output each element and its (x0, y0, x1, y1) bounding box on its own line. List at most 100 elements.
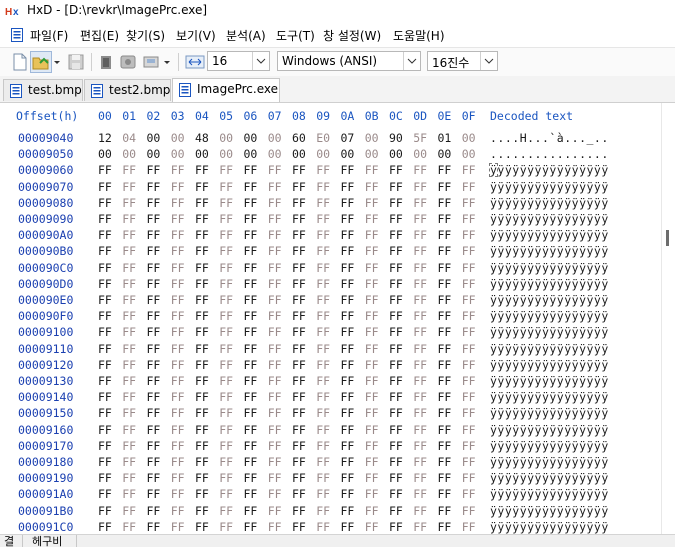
hex-byte[interactable]: FF (462, 195, 476, 211)
hex-byte[interactable]: FF (147, 276, 161, 292)
hex-byte[interactable]: FF (195, 422, 209, 438)
tab-imageprc-exe[interactable]: ImagePrc.exe (172, 78, 280, 102)
hex-byte[interactable]: FF (413, 486, 427, 502)
hex-byte[interactable]: FF (341, 276, 355, 292)
hex-byte[interactable]: FF (389, 179, 403, 195)
hex-byte[interactable]: FF (122, 324, 136, 340)
hex-byte[interactable]: FF (98, 243, 112, 259)
menu-help[interactable]: 도움말(H) (393, 27, 445, 44)
hex-byte[interactable]: FF (316, 503, 330, 519)
hex-byte[interactable]: FF (219, 324, 233, 340)
hex-byte[interactable]: FF (268, 324, 282, 340)
hex-byte[interactable]: FF (171, 454, 185, 470)
hex-byte[interactable]: FF (244, 470, 258, 486)
hex-byte[interactable]: FF (244, 211, 258, 227)
hex-byte[interactable]: FF (413, 422, 427, 438)
hex-byte[interactable]: FF (219, 389, 233, 405)
hex-byte[interactable]: FF (219, 211, 233, 227)
hex-byte[interactable]: FF (122, 308, 136, 324)
hex-byte[interactable]: FF (195, 292, 209, 308)
hex-byte[interactable]: FF (195, 486, 209, 502)
decoded-text[interactable]: ÿÿÿÿÿÿÿÿÿÿÿÿÿÿÿÿ (490, 454, 609, 470)
hex-byte[interactable]: FF (438, 324, 452, 340)
hex-byte[interactable]: FF (292, 405, 306, 421)
hex-byte[interactable]: FF (462, 389, 476, 405)
hex-byte[interactable]: FF (171, 422, 185, 438)
hex-byte[interactable]: 12 (98, 130, 112, 146)
hex-byte[interactable]: FF (147, 357, 161, 373)
hex-byte[interactable]: FF (413, 243, 427, 259)
hex-byte[interactable]: FF (462, 438, 476, 454)
hex-byte[interactable]: 00 (147, 130, 161, 146)
hex-byte[interactable]: FF (292, 486, 306, 502)
hex-byte[interactable]: FF (195, 276, 209, 292)
hex-byte[interactable]: FF (316, 308, 330, 324)
charset-select[interactable]: Windows (ANSI) (277, 51, 421, 71)
hex-byte[interactable]: FF (268, 243, 282, 259)
hex-byte[interactable]: FF (219, 470, 233, 486)
hex-byte[interactable]: FF (389, 308, 403, 324)
hex-byte[interactable]: FF (268, 260, 282, 276)
hex-byte[interactable]: FF (147, 162, 161, 178)
hex-byte[interactable]: FF (244, 324, 258, 340)
hex-byte[interactable]: FF (98, 503, 112, 519)
hex-byte[interactable]: 00 (195, 146, 209, 162)
hex-byte[interactable]: FF (462, 308, 476, 324)
hex-byte[interactable]: FF (147, 422, 161, 438)
hex-byte[interactable]: 00 (365, 130, 379, 146)
hex-byte[interactable]: FF (413, 260, 427, 276)
hex-byte[interactable]: FF (341, 324, 355, 340)
hex-byte[interactable]: FF (413, 454, 427, 470)
hex-byte[interactable]: FF (438, 373, 452, 389)
hex-byte[interactable]: FF (244, 454, 258, 470)
hex-byte[interactable]: FF (219, 195, 233, 211)
hex-byte[interactable]: FF (98, 422, 112, 438)
hex-byte[interactable]: FF (292, 260, 306, 276)
hex-byte[interactable]: FF (365, 470, 379, 486)
hex-byte[interactable]: FF (268, 341, 282, 357)
hex-byte[interactable]: FF (122, 243, 136, 259)
hex-byte[interactable]: FF (341, 292, 355, 308)
hex-byte[interactable]: FF (195, 519, 209, 534)
hex-byte[interactable]: FF (244, 260, 258, 276)
hex-byte[interactable]: FF (341, 341, 355, 357)
hex-byte[interactable]: FF (413, 308, 427, 324)
hex-byte[interactable]: FF (171, 292, 185, 308)
hex-byte[interactable]: FF (413, 162, 427, 178)
hex-byte[interactable]: 00 (219, 130, 233, 146)
hex-byte[interactable]: FF (171, 211, 185, 227)
hex-byte[interactable]: FF (147, 470, 161, 486)
hex-byte[interactable]: FF (389, 422, 403, 438)
hex-byte[interactable]: FF (413, 470, 427, 486)
hex-byte[interactable]: FF (365, 422, 379, 438)
hex-byte[interactable]: FF (219, 373, 233, 389)
hex-byte[interactable]: 00 (316, 146, 330, 162)
hex-byte[interactable]: FF (413, 227, 427, 243)
hex-byte[interactable]: FF (195, 162, 209, 178)
hex-byte[interactable]: FF (389, 276, 403, 292)
hex-byte[interactable]: FF (244, 405, 258, 421)
hex-byte[interactable]: FF (462, 324, 476, 340)
hex-byte[interactable]: FF (316, 454, 330, 470)
hex-byte[interactable]: FF (98, 405, 112, 421)
hex-byte[interactable]: 60 (292, 130, 306, 146)
hex-byte[interactable]: FF (438, 422, 452, 438)
hex-byte[interactable]: FF (268, 422, 282, 438)
hex-byte[interactable]: FF (389, 519, 403, 534)
hex-byte[interactable]: FF (244, 162, 258, 178)
hex-byte[interactable]: FF (365, 227, 379, 243)
hex-byte[interactable]: FF (122, 470, 136, 486)
tab-test-bmp[interactable]: test.bmp (3, 79, 83, 101)
hex-byte[interactable]: FF (268, 227, 282, 243)
hex-byte[interactable]: FF (268, 389, 282, 405)
decoded-text[interactable]: ÿÿÿÿÿÿÿÿÿÿÿÿÿÿÿÿ (490, 211, 609, 227)
hex-byte[interactable]: FF (147, 519, 161, 534)
decoded-text[interactable]: ÿÿÿÿÿÿÿÿÿÿÿÿÿÿÿÿ (490, 405, 609, 421)
hex-byte[interactable]: FF (438, 486, 452, 502)
open-file-icon[interactable] (30, 51, 52, 73)
hex-byte[interactable]: FF (268, 519, 282, 534)
hex-byte[interactable]: FF (244, 276, 258, 292)
hex-byte[interactable]: FF (122, 503, 136, 519)
hex-byte[interactable]: FF (147, 308, 161, 324)
menu-edit[interactable]: 편집(E) (80, 27, 119, 44)
